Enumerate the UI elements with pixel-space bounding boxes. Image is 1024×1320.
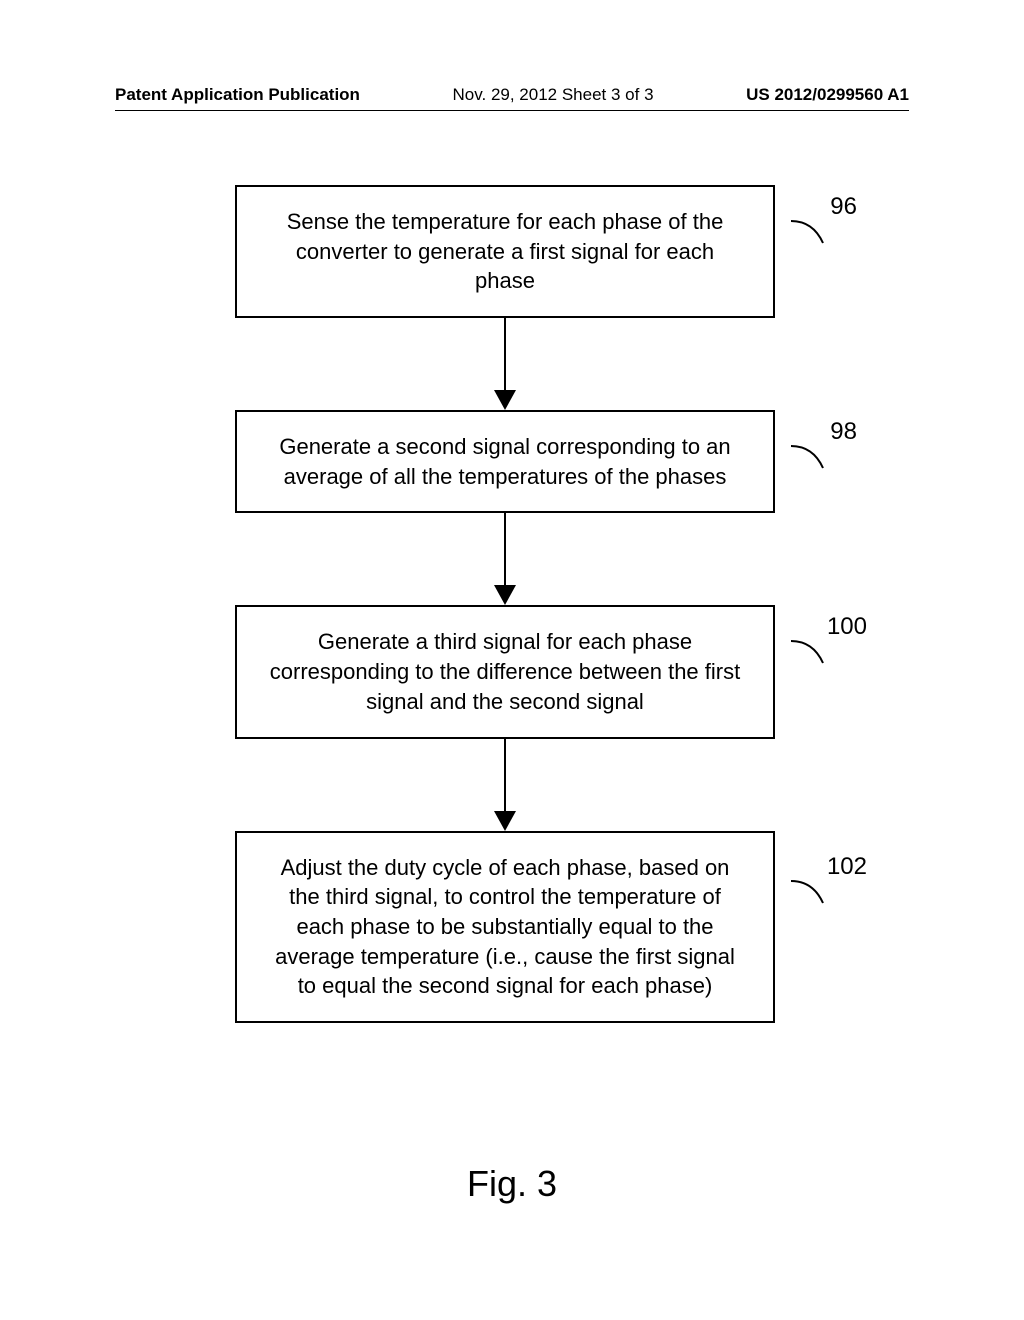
flow-arrow [494, 318, 516, 410]
arrow-shaft [504, 513, 506, 585]
flow-step-3: Generate a third signal for each phase c… [235, 605, 775, 738]
arrow-head-icon [494, 811, 516, 831]
figure-label: Fig. 3 [0, 1163, 1024, 1205]
arrow-head-icon [494, 585, 516, 605]
ref-number: 102 [827, 853, 867, 881]
header-rule [115, 110, 909, 111]
ref-number: 98 [830, 418, 857, 446]
flow-box-text: Adjust the duty cycle of each phase, bas… [275, 855, 735, 999]
flowchart: Sense the temperature for each phase of … [195, 185, 815, 1023]
flow-box: Sense the temperature for each phase of … [235, 185, 775, 318]
flow-box-text: Generate a third signal for each phase c… [270, 629, 740, 713]
flow-box: Generate a third signal for each phase c… [235, 605, 775, 738]
arrow-head-icon [494, 390, 516, 410]
arrow-shaft [504, 739, 506, 811]
arrow-shaft [504, 318, 506, 390]
leader-line [789, 639, 833, 671]
leader-line [789, 219, 833, 251]
ref-number: 100 [827, 613, 867, 641]
flow-box-text: Generate a second signal corresponding t… [279, 434, 730, 489]
header-date-sheet: Nov. 29, 2012 Sheet 3 of 3 [453, 85, 654, 105]
leader-line [789, 444, 833, 476]
flow-step-4: Adjust the duty cycle of each phase, bas… [235, 831, 775, 1023]
flow-box: Adjust the duty cycle of each phase, bas… [235, 831, 775, 1023]
ref-number: 96 [830, 193, 857, 221]
leader-line [789, 879, 833, 911]
flow-box: Generate a second signal corresponding t… [235, 410, 775, 513]
flow-arrow [494, 513, 516, 605]
header-pub-number: US 2012/0299560 A1 [746, 85, 909, 105]
page-header: Patent Application Publication Nov. 29, … [0, 85, 1024, 105]
flow-box-text: Sense the temperature for each phase of … [287, 209, 724, 293]
header-publication: Patent Application Publication [115, 85, 360, 105]
flow-step-1: Sense the temperature for each phase of … [235, 185, 775, 318]
flow-arrow [494, 739, 516, 831]
flow-step-2: Generate a second signal corresponding t… [235, 410, 775, 513]
